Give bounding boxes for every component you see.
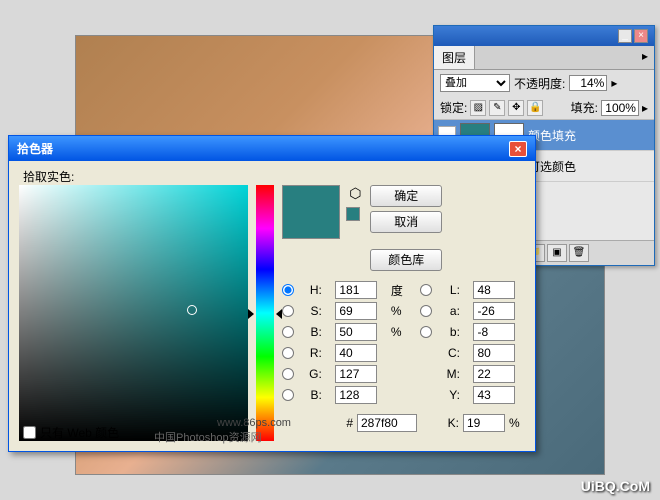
web-only-label: 只有 Web 颜色 [40, 424, 119, 441]
layers-tabs: 图层 ▸ [434, 46, 654, 70]
gamut-swatch[interactable] [346, 207, 360, 221]
trash-icon[interactable]: 🗑 [569, 244, 589, 262]
unit-b: % [391, 325, 407, 339]
label-b: B: [308, 325, 322, 339]
minimize-icon[interactable]: _ [618, 29, 632, 43]
lock-all-icon[interactable]: 🔒 [527, 100, 543, 116]
input-y[interactable] [473, 386, 515, 404]
color-field-marker [187, 305, 197, 315]
hue-slider[interactable] [256, 185, 274, 441]
input-c[interactable] [473, 344, 515, 362]
new-layer-icon[interactable]: ▣ [547, 244, 567, 262]
label-s: S: [308, 304, 322, 318]
blend-mode-select[interactable]: 叠加 [440, 74, 510, 92]
radio-g[interactable] [282, 368, 294, 380]
panel-menu-icon[interactable]: ▸ [636, 46, 654, 69]
opacity-label: 不透明度: [514, 75, 565, 92]
radio-s[interactable] [282, 305, 294, 317]
fill-label: 填充: [571, 99, 598, 116]
input-hex[interactable] [357, 414, 417, 432]
fill-arrow-icon[interactable]: ▸ [642, 101, 648, 115]
unit-h: 度 [391, 282, 407, 299]
color-field[interactable] [19, 185, 248, 441]
input-bb[interactable] [473, 323, 515, 341]
color-swatch-new [282, 185, 340, 239]
ok-button[interactable]: 确定 [370, 185, 442, 207]
input-b[interactable] [335, 323, 377, 341]
input-m[interactable] [473, 365, 515, 383]
label-c: C: [446, 346, 460, 360]
label-y: Y: [446, 388, 460, 402]
label-a: a: [446, 304, 460, 318]
lock-paint-icon[interactable]: ✎ [489, 100, 505, 116]
radio-a[interactable] [420, 305, 432, 317]
label-r: R: [308, 346, 322, 360]
web-only-checkbox[interactable] [23, 426, 36, 439]
lock-row: 锁定: ▨ ✎ ✥ 🔒 填充: ▸ [434, 96, 654, 120]
blend-row: 叠加 不透明度: ▸ [434, 70, 654, 96]
input-bl[interactable] [335, 386, 377, 404]
label-bb: b: [446, 325, 460, 339]
watermark-text: 中国Photoshop资源网 [154, 429, 262, 445]
color-values-grid: H: 度 L: S:% a: B:% b: R: C: G: M: B: Y: [282, 281, 525, 404]
lock-transparency-icon[interactable]: ▨ [470, 100, 486, 116]
close-icon[interactable]: × [634, 29, 648, 43]
label-g: G: [308, 367, 322, 381]
hex-label: # [346, 416, 353, 430]
pick-solid-label: 拾取实色: [23, 168, 74, 185]
opacity-arrow-icon[interactable]: ▸ [611, 76, 617, 90]
hue-marker-right-icon [276, 309, 282, 319]
label-h: H: [308, 283, 322, 297]
input-g[interactable] [335, 365, 377, 383]
opacity-input[interactable] [569, 75, 607, 91]
label-k: K: [445, 416, 459, 430]
fill-input[interactable] [601, 100, 639, 116]
tab-layers[interactable]: 图层 [434, 46, 475, 69]
unit-s: % [391, 304, 407, 318]
radio-h[interactable] [282, 284, 294, 296]
input-h[interactable] [335, 281, 377, 299]
radio-l[interactable] [420, 284, 432, 296]
input-s[interactable] [335, 302, 377, 320]
label-bl: B: [308, 388, 322, 402]
radio-bb[interactable] [420, 326, 432, 338]
radio-bl[interactable] [282, 389, 294, 401]
unit-k: % [509, 416, 525, 430]
watermark-brand: UiBQ.CoM [581, 478, 650, 494]
close-icon[interactable]: × [509, 141, 527, 157]
hue-marker-left-icon [248, 309, 254, 319]
color-library-button[interactable]: 颜色库 [370, 249, 442, 271]
label-m: M: [446, 367, 460, 381]
picker-titlebar[interactable]: 拾色器 × [9, 136, 535, 161]
watermark-url: www.86ps.com [217, 417, 291, 429]
picker-title: 拾色器 [17, 140, 53, 157]
radio-b[interactable] [282, 326, 294, 338]
radio-r[interactable] [282, 347, 294, 359]
web-only-checkbox-row: 只有 Web 颜色 [23, 424, 119, 441]
lock-label: 锁定: [440, 99, 467, 116]
lock-position-icon[interactable]: ✥ [508, 100, 524, 116]
gamut-warning-icon[interactable]: ⬡ [346, 185, 364, 203]
input-k[interactable] [463, 414, 505, 432]
layers-panel-titlebar[interactable]: _ × [434, 26, 654, 46]
cancel-button[interactable]: 取消 [370, 211, 442, 233]
color-picker-dialog: 拾色器 × 拾取实色: ⬡ 确定 取消 [8, 135, 536, 452]
input-l[interactable] [473, 281, 515, 299]
input-r[interactable] [335, 344, 377, 362]
input-a[interactable] [473, 302, 515, 320]
label-l: L: [446, 283, 460, 297]
